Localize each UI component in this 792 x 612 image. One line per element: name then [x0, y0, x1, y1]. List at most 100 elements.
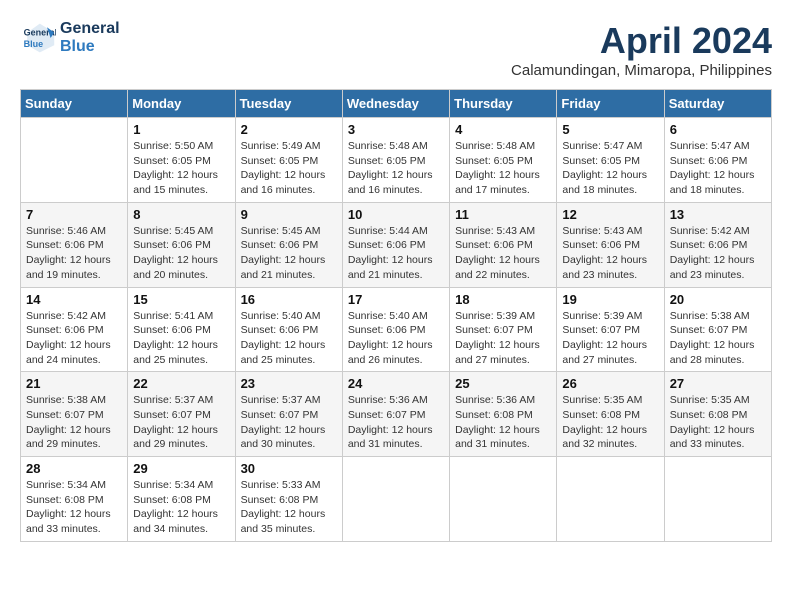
col-header-monday: Monday — [128, 90, 235, 118]
logo: General Blue General Blue — [20, 20, 120, 56]
calendar-cell: 17Sunrise: 5:40 AM Sunset: 6:06 PM Dayli… — [342, 287, 449, 372]
week-row: 14 Sunrise: 5:42 AM Sunset: 6:06 PM Dayli… — [21, 287, 772, 372]
calendar-cell: 10 Sunrise: 5:44 AM Sunset: 6:06 PM Dayli… — [342, 202, 449, 287]
day-info: Sunrise: 5:45 AM Sunset: 6:06 PM Dayligh… — [133, 224, 229, 283]
col-header-sunday: Sunday — [21, 90, 128, 118]
calendar-cell — [342, 457, 449, 542]
day-number: 6 — [670, 122, 766, 137]
day-number: 12 — [562, 207, 658, 222]
day-number: 27 — [670, 376, 766, 391]
calendar-cell — [21, 118, 128, 203]
calendar-cell — [664, 457, 771, 542]
day-number: 25 — [455, 376, 551, 391]
logo-text: General Blue — [60, 20, 120, 56]
calendar-cell: 9Sunrise: 5:45 AM Sunset: 6:06 PM Daylig… — [235, 202, 342, 287]
calendar-cell: 15 Sunrise: 5:41 AM Sunset: 6:06 PM Dayli… — [128, 287, 235, 372]
day-number: 19 — [562, 292, 658, 307]
day-number: 26 — [562, 376, 658, 391]
calendar-cell: 29 Sunrise: 5:34 AM Sunset: 6:08 PM Dayli… — [128, 457, 235, 542]
calendar-cell: 22 Sunrise: 5:37 AM Sunset: 6:07 PM Dayli… — [128, 372, 235, 457]
header-row: SundayMondayTuesdayWednesdayThursdayFrid… — [21, 90, 772, 118]
week-row: 28 Sunrise: 5:34 AM Sunset: 6:08 PM Dayli… — [21, 457, 772, 542]
day-info: Sunrise: 5:37 AM Sunset: 6:07 PM Dayligh… — [133, 393, 229, 452]
day-number: 23 — [241, 376, 337, 391]
calendar-cell: 2 Sunrise: 5:49 AM Sunset: 6:05 PM Daylig… — [235, 118, 342, 203]
col-header-friday: Friday — [557, 90, 664, 118]
day-number: 14 — [26, 292, 122, 307]
day-info: Sunrise: 5:36 AM Sunset: 6:08 PM Dayligh… — [455, 393, 551, 452]
calendar-cell — [450, 457, 557, 542]
day-number: 29 — [133, 461, 229, 476]
day-number: 21 — [26, 376, 122, 391]
logo-icon: General Blue — [20, 20, 56, 56]
calendar-cell: 19 Sunrise: 5:39 AM Sunset: 6:07 PM Dayli… — [557, 287, 664, 372]
calendar-cell: 16Sunrise: 5:40 AM Sunset: 6:06 PM Dayli… — [235, 287, 342, 372]
calendar-cell: 18 Sunrise: 5:39 AM Sunset: 6:07 PM Dayli… — [450, 287, 557, 372]
day-number: 13 — [670, 207, 766, 222]
day-info: Sunrise: 5:49 AM Sunset: 6:05 PM Dayligh… — [241, 139, 337, 198]
location-subtitle: Calamundingan, Mimaropa, Philippines — [511, 62, 772, 79]
day-number: 18 — [455, 292, 551, 307]
day-number: 10 — [348, 207, 444, 222]
calendar-cell: 30Sunrise: 5:33 AM Sunset: 6:08 PM Dayli… — [235, 457, 342, 542]
month-title: April 2024 — [511, 20, 772, 62]
week-row: 7Sunrise: 5:46 AM Sunset: 6:06 PM Daylig… — [21, 202, 772, 287]
calendar-cell: 24Sunrise: 5:36 AM Sunset: 6:07 PM Dayli… — [342, 372, 449, 457]
day-number: 15 — [133, 292, 229, 307]
title-block: April 2024 Calamundingan, Mimaropa, Phil… — [511, 20, 772, 79]
day-info: Sunrise: 5:33 AM Sunset: 6:08 PM Dayligh… — [241, 478, 337, 537]
day-info: Sunrise: 5:39 AM Sunset: 6:07 PM Dayligh… — [455, 309, 551, 368]
day-number: 9 — [241, 207, 337, 222]
calendar-cell: 25 Sunrise: 5:36 AM Sunset: 6:08 PM Dayli… — [450, 372, 557, 457]
day-number: 2 — [241, 122, 337, 137]
calendar-cell: 6 Sunrise: 5:47 AM Sunset: 6:06 PM Daylig… — [664, 118, 771, 203]
calendar-cell: 26 Sunrise: 5:35 AM Sunset: 6:08 PM Dayli… — [557, 372, 664, 457]
day-number: 22 — [133, 376, 229, 391]
day-info: Sunrise: 5:35 AM Sunset: 6:08 PM Dayligh… — [562, 393, 658, 452]
day-number: 20 — [670, 292, 766, 307]
day-number: 3 — [348, 122, 444, 137]
col-header-thursday: Thursday — [450, 90, 557, 118]
day-info: Sunrise: 5:46 AM Sunset: 6:06 PM Dayligh… — [26, 224, 122, 283]
col-header-saturday: Saturday — [664, 90, 771, 118]
day-number: 8 — [133, 207, 229, 222]
calendar-cell: 11Sunrise: 5:43 AM Sunset: 6:06 PM Dayli… — [450, 202, 557, 287]
page-header: General Blue General Blue April 2024 Cal… — [20, 20, 772, 79]
day-info: Sunrise: 5:37 AM Sunset: 6:07 PM Dayligh… — [241, 393, 337, 452]
day-info: Sunrise: 5:50 AM Sunset: 6:05 PM Dayligh… — [133, 139, 229, 198]
day-info: Sunrise: 5:39 AM Sunset: 6:07 PM Dayligh… — [562, 309, 658, 368]
calendar-cell: 20Sunrise: 5:38 AM Sunset: 6:07 PM Dayli… — [664, 287, 771, 372]
day-info: Sunrise: 5:41 AM Sunset: 6:06 PM Dayligh… — [133, 309, 229, 368]
day-info: Sunrise: 5:42 AM Sunset: 6:06 PM Dayligh… — [670, 224, 766, 283]
day-info: Sunrise: 5:47 AM Sunset: 6:06 PM Dayligh… — [670, 139, 766, 198]
calendar-cell: 27 Sunrise: 5:35 AM Sunset: 6:08 PM Dayli… — [664, 372, 771, 457]
calendar-table: SundayMondayTuesdayWednesdayThursdayFrid… — [20, 89, 772, 542]
day-info: Sunrise: 5:42 AM Sunset: 6:06 PM Dayligh… — [26, 309, 122, 368]
week-row: 21 Sunrise: 5:38 AM Sunset: 6:07 PM Dayli… — [21, 372, 772, 457]
day-number: 11 — [455, 207, 551, 222]
day-number: 4 — [455, 122, 551, 137]
calendar-cell: 5 Sunrise: 5:47 AM Sunset: 6:05 PM Daylig… — [557, 118, 664, 203]
day-info: Sunrise: 5:40 AM Sunset: 6:06 PM Dayligh… — [348, 309, 444, 368]
week-row: 1Sunrise: 5:50 AM Sunset: 6:05 PM Daylig… — [21, 118, 772, 203]
calendar-cell: 13 Sunrise: 5:42 AM Sunset: 6:06 PM Dayli… — [664, 202, 771, 287]
calendar-cell: 21 Sunrise: 5:38 AM Sunset: 6:07 PM Dayli… — [21, 372, 128, 457]
day-number: 28 — [26, 461, 122, 476]
day-info: Sunrise: 5:38 AM Sunset: 6:07 PM Dayligh… — [26, 393, 122, 452]
calendar-cell — [557, 457, 664, 542]
day-info: Sunrise: 5:36 AM Sunset: 6:07 PM Dayligh… — [348, 393, 444, 452]
day-info: Sunrise: 5:34 AM Sunset: 6:08 PM Dayligh… — [133, 478, 229, 537]
day-info: Sunrise: 5:34 AM Sunset: 6:08 PM Dayligh… — [26, 478, 122, 537]
day-info: Sunrise: 5:40 AM Sunset: 6:06 PM Dayligh… — [241, 309, 337, 368]
col-header-wednesday: Wednesday — [342, 90, 449, 118]
day-info: Sunrise: 5:47 AM Sunset: 6:05 PM Dayligh… — [562, 139, 658, 198]
calendar-cell: 23 Sunrise: 5:37 AM Sunset: 6:07 PM Dayli… — [235, 372, 342, 457]
calendar-cell: 8 Sunrise: 5:45 AM Sunset: 6:06 PM Daylig… — [128, 202, 235, 287]
calendar-cell: 14 Sunrise: 5:42 AM Sunset: 6:06 PM Dayli… — [21, 287, 128, 372]
day-info: Sunrise: 5:44 AM Sunset: 6:06 PM Dayligh… — [348, 224, 444, 283]
calendar-cell: 1Sunrise: 5:50 AM Sunset: 6:05 PM Daylig… — [128, 118, 235, 203]
day-info: Sunrise: 5:35 AM Sunset: 6:08 PM Dayligh… — [670, 393, 766, 452]
calendar-cell: 4Sunrise: 5:48 AM Sunset: 6:05 PM Daylig… — [450, 118, 557, 203]
day-number: 5 — [562, 122, 658, 137]
calendar-cell: 12Sunrise: 5:43 AM Sunset: 6:06 PM Dayli… — [557, 202, 664, 287]
